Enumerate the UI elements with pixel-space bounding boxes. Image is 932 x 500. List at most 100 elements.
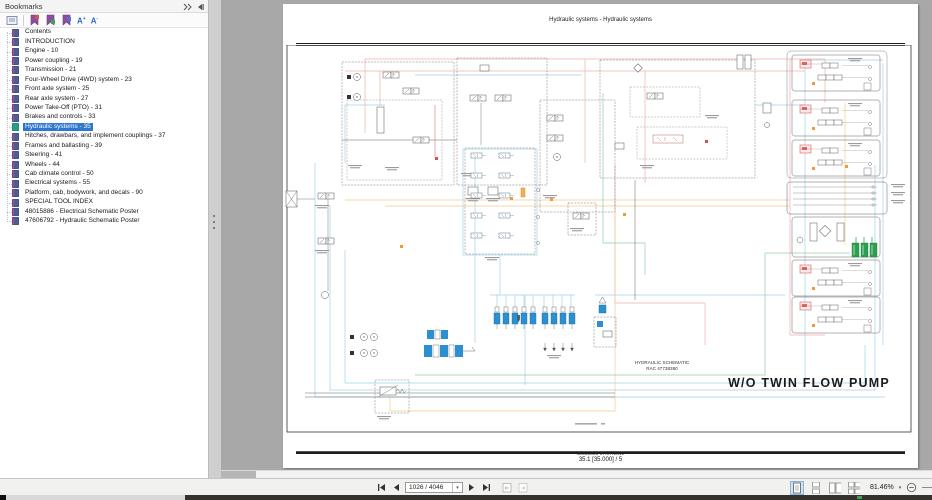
bookmark-list: Contents INTRODUCTION Engine - 10 Power … [0, 28, 207, 448]
bookmark-icon [12, 28, 19, 37]
bookmark-icon [12, 75, 19, 84]
page-footer-docnumber: 48015886 07/07/2019 [576, 451, 625, 456]
bookmarks-panel-header: Bookmarks [0, 0, 208, 13]
previous-view-button[interactable] [501, 482, 513, 493]
bookmark-icon [12, 85, 19, 94]
last-page-button[interactable] [481, 483, 491, 492]
document-area: Hydraulic systems - Hydraulic systems HY… [221, 0, 932, 478]
bookmark-icon [12, 38, 19, 47]
bookmark-item[interactable]: INTRODUCTION [0, 37, 207, 47]
add-bookmark-icon[interactable] [45, 14, 56, 26]
bookmark-label: 47606792 - Hydraulic Schematic Poster [25, 217, 140, 225]
zoom-dropdown-icon[interactable]: ▾ [899, 485, 902, 491]
document-page: Hydraulic systems - Hydraulic systems HY… [283, 4, 918, 468]
bookmark-item[interactable]: SPECIAL TOOL INDEX [0, 198, 207, 207]
single-page-icon[interactable] [790, 480, 804, 495]
bookmark-icon [12, 132, 19, 141]
bookmark-label: 48015886 - Electrical Schematic Poster [25, 207, 139, 215]
bookmark-label: Wheels - 44 [25, 160, 60, 168]
zoom-out-icon[interactable] [906, 482, 917, 493]
bookmark-item[interactable]: Rear axle system - 27 [0, 94, 207, 103]
bookmark-icon [12, 198, 19, 207]
bookmarks-toolbar: A+ A- [0, 13, 208, 28]
page-number-value: 1026 / 4046 [409, 484, 444, 491]
expand-bookmark-icon[interactable] [29, 14, 40, 26]
bookmark-label: Brakes and controls - 33 [25, 113, 96, 121]
bookmark-label: Four-Wheel Drive (4WD) system - 23 [25, 75, 132, 83]
bookmark-icon [12, 151, 19, 160]
bookmark-label: SPECIAL TOOL INDEX [25, 198, 93, 206]
bookmark-label: Power Take-Off (PTO) - 31 [25, 103, 102, 111]
bookmark-icon [12, 123, 19, 132]
bookmark-item[interactable]: Four-Wheel Drive (4WD) system - 23 [0, 75, 207, 84]
page-navigation: 1026 / 4046 ▾ [377, 479, 529, 496]
bookmark-item[interactable]: Brakes and controls - 33 [0, 113, 207, 122]
bookmark-icon [12, 208, 19, 217]
bookmark-item[interactable]: Power Take-Off (PTO) - 31 [0, 104, 207, 113]
bookmark-item[interactable]: Contents [0, 28, 207, 37]
bookmark-icon [12, 47, 19, 56]
page-dropdown-icon[interactable]: ▾ [452, 483, 462, 492]
status-bar: 1026 / 4046 ▾ 81.46% ▾ [0, 478, 932, 495]
bookmark-label: Transmission - 21 [25, 66, 77, 74]
pdf-viewer-window: Bookmarks A+ A- Contents INTRODUCTION En… [0, 0, 932, 500]
panel-menu-icon[interactable] [183, 3, 192, 11]
page-number-input[interactable]: 1026 / 4046 ▾ [405, 482, 463, 493]
bookmark-item[interactable]: Wheels - 44 [0, 160, 207, 169]
page-footer-pagenumber: 35.1 [35.000] / 5 [578, 456, 623, 463]
bookmark-label: Engine - 10 [25, 47, 59, 55]
schematic-label-line1: HYDRAULIC SCHEMATIC [635, 360, 690, 365]
options-icon[interactable] [6, 15, 18, 26]
bookmark-label: Steering - 41 [25, 151, 63, 159]
bookmark-item[interactable]: Transmission - 21 [0, 66, 207, 75]
taskbar-strip [0, 495, 932, 500]
taskbar-window-segment [6, 495, 185, 500]
horizontal-scrollbar[interactable] [221, 470, 932, 479]
schematic-big-label: W/O TWIN FLOW PUMP [728, 376, 890, 390]
bookmark-label: INTRODUCTION [25, 37, 75, 45]
two-page-icon[interactable] [828, 481, 842, 495]
panel-splitter[interactable] [208, 0, 222, 478]
bookmark-label: Front axle system - 25 [25, 85, 90, 93]
bookmark-item[interactable]: Power coupling - 19 [0, 56, 207, 66]
bookmark-icon [12, 160, 19, 169]
bookmark-item[interactable]: Cab climate control - 50 [0, 170, 207, 179]
bookmark-item[interactable]: Frames and ballasting - 39 [0, 141, 207, 150]
bookmark-item[interactable]: Platform, cab, bodywork, and decals - 90 [0, 188, 207, 198]
bookmark-label: Cab climate control - 50 [25, 170, 94, 178]
bookmark-icon [12, 170, 19, 179]
next-page-button[interactable] [467, 483, 477, 492]
bookmark-item[interactable]: Steering - 41 [0, 151, 207, 160]
first-page-button[interactable] [377, 483, 387, 492]
bookmark-label: Hydraulic systems - 35 [23, 122, 93, 132]
bookmark-item[interactable]: 48015886 - Electrical Schematic Poster [0, 207, 207, 217]
bookmark-icon [12, 104, 19, 113]
bookmark-label: Electrical systems - 55 [25, 179, 91, 187]
zoom-percent-value: 81.46% [870, 484, 894, 491]
bookmark-item[interactable]: Front axle system - 25 [0, 85, 207, 94]
bookmark-item[interactable]: Hitches, drawbars, and implement couplin… [0, 132, 207, 141]
bookmark-label: Platform, cab, bodywork, and decals - 90 [25, 188, 143, 196]
bookmark-item[interactable]: Engine - 10 [0, 47, 207, 56]
decrease-text-size-icon[interactable]: A- [91, 14, 98, 27]
bookmark-item[interactable]: Electrical systems - 55 [0, 179, 207, 188]
increase-text-size-icon[interactable]: A+ [77, 14, 86, 27]
bookmark-item[interactable]: 47606792 - Hydraulic Schematic Poster [0, 217, 207, 226]
bookmarks-panel: Bookmarks A+ A- Contents INTRODUCTION En… [0, 0, 209, 478]
schematic-drawing: HYDRAULIC SCHEMATIC RAC 47738380 W/O TWI… [285, 45, 912, 433]
toolbar-separator [23, 14, 24, 26]
bookmark-icon [12, 66, 19, 75]
zoom-slider[interactable] [922, 483, 932, 492]
bookmark-settings-icon[interactable] [61, 14, 72, 26]
next-view-button[interactable] [517, 482, 529, 493]
continuous-page-icon[interactable] [809, 481, 823, 495]
bookmark-label: Frames and ballasting - 39 [25, 141, 102, 149]
two-page-continuous-icon[interactable] [847, 481, 861, 495]
bookmarks-panel-title: Bookmarks [5, 2, 43, 11]
schematic-label-line2: RAC 47738380 [646, 366, 678, 371]
previous-page-button[interactable] [391, 483, 401, 492]
bookmark-icon [12, 113, 19, 122]
bookmark-label: Contents [25, 28, 52, 36]
collapse-panel-icon[interactable] [196, 3, 204, 11]
bookmark-item[interactable]: Hydraulic systems - 35 [0, 122, 207, 132]
